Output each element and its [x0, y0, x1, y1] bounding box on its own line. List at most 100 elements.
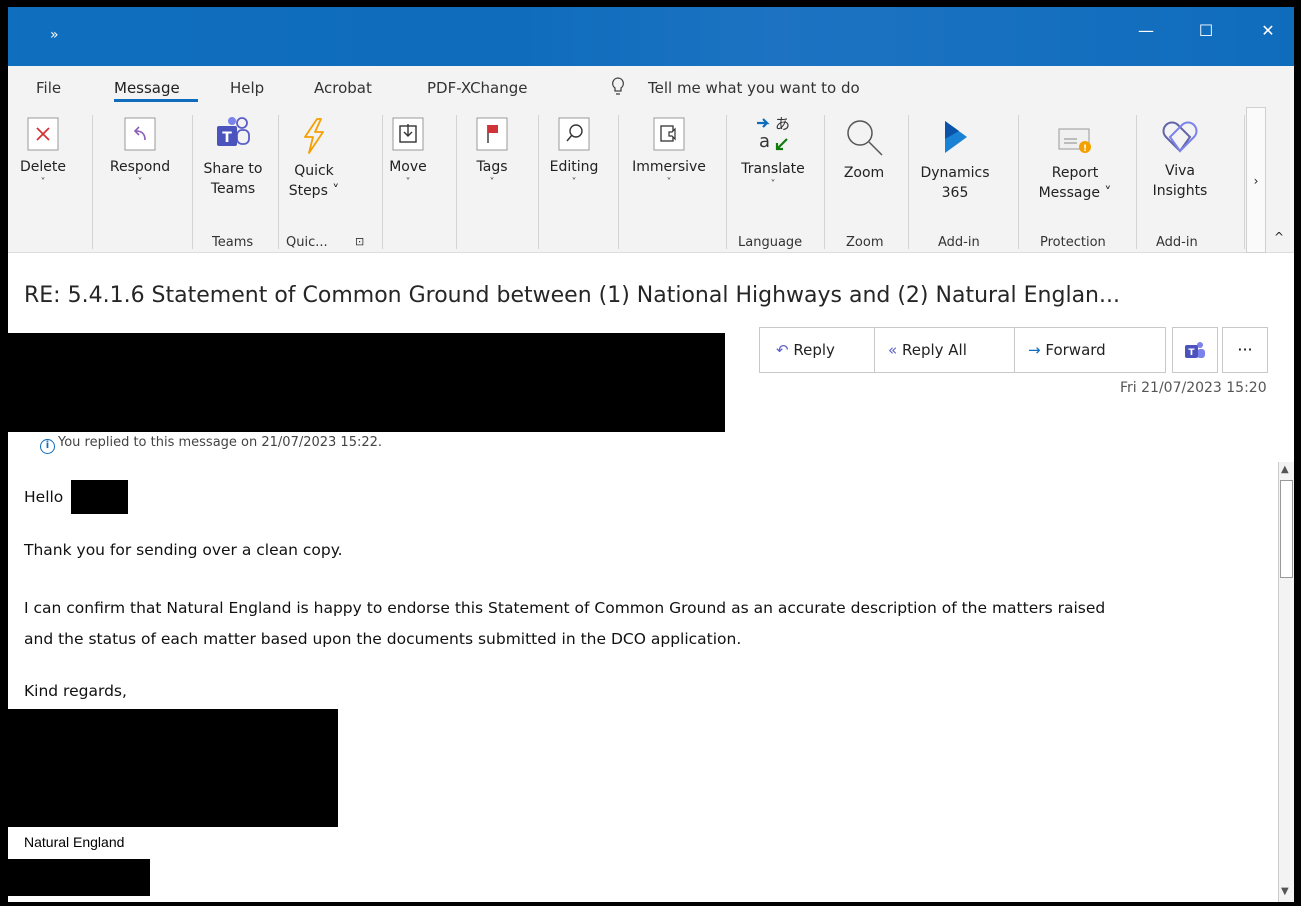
svg-text:!: !	[1083, 144, 1087, 154]
group-label-quick-steps: Quic...	[286, 235, 328, 250]
chevron-down-icon: ˅	[40, 177, 46, 188]
editing-button[interactable]: Editing ˅	[546, 117, 602, 189]
scroll-up-icon[interactable]: ▲	[1281, 464, 1289, 475]
group-separator	[618, 115, 619, 249]
outlook-message-window: » — ☐ ✕ File Message Help Acrobat PDF-XC…	[8, 7, 1294, 902]
email-subject: RE: 5.4.1.6 Statement of Common Ground b…	[24, 283, 1120, 308]
tab-help[interactable]: Help	[230, 79, 264, 97]
ribbon: Delete ˅ Respond ˅ T Share to Teams Quic…	[8, 107, 1294, 253]
group-separator	[1018, 115, 1019, 249]
svg-text:T: T	[1188, 348, 1195, 358]
scroll-down-icon[interactable]: ▼	[1281, 886, 1289, 897]
more-actions-button[interactable]: ···	[1222, 327, 1268, 373]
separator	[874, 328, 875, 372]
reply-icon: ↶	[776, 341, 789, 359]
viva-insights-icon	[1162, 121, 1198, 153]
search-icon	[558, 117, 590, 151]
reply-all-icon: «	[888, 341, 898, 359]
reply-button[interactable]: ↶ Reply	[776, 328, 835, 372]
reply-all-button[interactable]: « Reply All	[888, 328, 967, 372]
group-label-add-in: Add-in	[938, 235, 980, 250]
tab-file[interactable]: File	[36, 79, 61, 97]
delete-button[interactable]: Delete ˅	[18, 117, 68, 189]
group-separator	[908, 115, 909, 249]
redacted-sender-block	[8, 333, 725, 432]
group-separator	[456, 115, 457, 249]
quick-steps-button[interactable]: Quick Steps ˅	[284, 117, 344, 201]
forward-button[interactable]: → Forward	[1028, 328, 1106, 372]
group-label-add-in: Add-in	[1156, 235, 1198, 250]
reply-arrow-icon	[124, 117, 156, 151]
group-separator	[192, 115, 193, 249]
group-separator	[1244, 115, 1245, 249]
group-label-language: Language	[738, 235, 803, 250]
title-bar: » — ☐ ✕	[8, 7, 1294, 66]
minimize-button[interactable]: —	[1134, 21, 1158, 40]
group-separator	[382, 115, 383, 249]
replied-info-banner: i You replied to this message on 21/07/20…	[40, 435, 382, 454]
chevron-down-icon: ˅	[666, 177, 672, 188]
report-message-icon: !	[1058, 128, 1091, 154]
quick-access-toolbar-button[interactable]: »	[50, 27, 59, 43]
viva-insights-button[interactable]: Viva Insights	[1144, 115, 1216, 201]
share-to-teams-button[interactable]: T Share to Teams	[198, 115, 268, 199]
zoom-icon	[847, 120, 883, 156]
translate-icon: あa	[757, 115, 790, 152]
group-separator	[726, 115, 727, 249]
message-actions-bar: ↶ Reply « Reply All → Forward	[759, 327, 1166, 373]
dialog-launcher-icon[interactable]: ⊡	[355, 235, 364, 248]
scrollbar-thumb[interactable]	[1280, 480, 1293, 578]
immersive-reader-button[interactable]: Immersive ˅	[624, 117, 714, 189]
tab-pdf-xchange[interactable]: PDF-XChange	[427, 79, 528, 97]
restore-button[interactable]: ☐	[1194, 21, 1218, 40]
chevron-down-icon: ˅	[405, 177, 411, 188]
group-separator	[538, 115, 539, 249]
chevron-down-icon: ˅	[489, 177, 495, 188]
dynamics-icon	[945, 121, 967, 153]
group-separator	[92, 115, 93, 249]
signature-organisation: Natural England	[24, 834, 125, 850]
group-label-zoom: Zoom	[846, 235, 884, 250]
ribbon-tabs: File Message Help Acrobat PDF-XChange Te…	[8, 66, 1294, 107]
tags-button[interactable]: Tags ˅	[470, 117, 514, 189]
group-separator	[1136, 115, 1137, 249]
move-button[interactable]: Move ˅	[386, 117, 430, 189]
chevron-down-icon: ˅	[571, 177, 577, 188]
teams-share-button[interactable]: T	[1172, 327, 1218, 373]
dynamics-365-button[interactable]: Dynamics 365	[914, 117, 996, 203]
zoom-button[interactable]: Zoom	[836, 117, 892, 183]
tab-message[interactable]: Message	[114, 79, 180, 97]
svg-text:a: a	[759, 131, 770, 152]
redacted-signature	[8, 709, 338, 827]
flag-icon	[476, 117, 508, 151]
redacted-contact	[8, 859, 150, 896]
info-icon: i	[40, 439, 55, 454]
chevron-down-icon: ˅	[137, 177, 143, 188]
body-line: and the status of each matter based upon…	[24, 630, 742, 648]
body-line: Thank you for sending over a clean copy.	[24, 541, 343, 559]
svg-text:あ: あ	[775, 115, 790, 133]
svg-text:T: T	[222, 130, 232, 146]
move-folder-icon	[392, 117, 424, 151]
active-tab-indicator	[114, 99, 198, 102]
close-window-button[interactable]: ✕	[1256, 21, 1280, 40]
report-message-button[interactable]: ! Report Message ˅	[1030, 121, 1120, 203]
ribbon-more-button[interactable]: ›	[1246, 107, 1266, 253]
separator	[1014, 328, 1015, 372]
vertical-scrollbar[interactable]: ▲ ▼	[1278, 462, 1294, 902]
group-separator	[278, 115, 279, 249]
collapse-ribbon-button[interactable]: ^	[1270, 227, 1288, 247]
lightning-icon	[304, 118, 324, 154]
closing: Kind regards,	[24, 682, 127, 700]
tab-acrobat[interactable]: Acrobat	[314, 79, 372, 97]
forward-arrow-icon: →	[1028, 341, 1041, 359]
group-separator	[824, 115, 825, 249]
received-date: Fri 21/07/2023 15:20	[1120, 380, 1267, 396]
respond-button[interactable]: Respond ˅	[102, 117, 178, 189]
translate-button[interactable]: あa Translate ˅	[732, 113, 814, 191]
greeting: Hello	[24, 488, 64, 506]
body-line: I can confirm that Natural England is ha…	[24, 599, 1106, 617]
tell-me-search[interactable]: Tell me what you want to do	[648, 79, 860, 97]
lightbulb-icon	[612, 77, 624, 95]
teams-icon: T	[1185, 341, 1205, 358]
